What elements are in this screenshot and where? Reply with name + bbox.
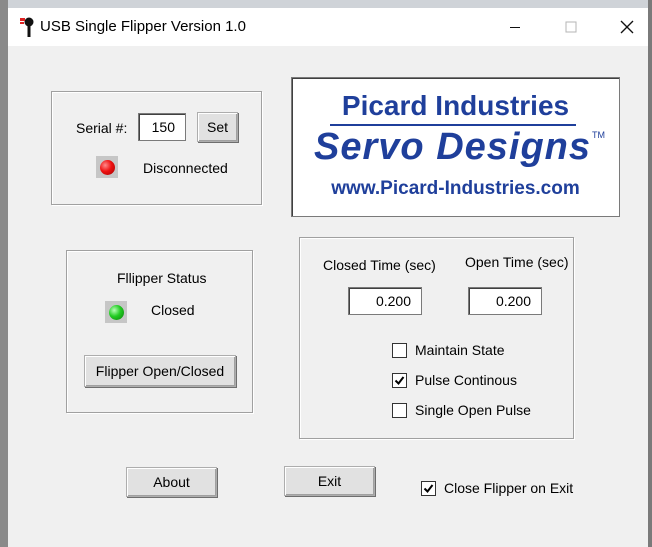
open-time-input[interactable]: 0.200	[468, 287, 542, 315]
exit-button[interactable]: Exit	[284, 466, 375, 496]
pulse-continous-label: Pulse Continous	[415, 372, 517, 388]
checkmark-icon	[423, 483, 434, 493]
client-area: Serial #: 150 Set Disconnected Picard In…	[8, 46, 648, 547]
maximize-icon	[565, 21, 577, 33]
logo-trademark: TM	[592, 130, 605, 140]
pulse-continous-checkbox[interactable]: Pulse Continous	[392, 372, 517, 388]
close-on-exit-label: Close Flipper on Exit	[444, 480, 574, 496]
logo-brand: Servo Designs	[314, 126, 591, 169]
close-on-exit-checkbox[interactable]: Close Flipper on Exit	[421, 480, 573, 496]
single-open-pulse-check-box[interactable]	[392, 402, 407, 418]
logo-brand-part1: Servo	[314, 126, 425, 168]
connection-indicator	[96, 156, 118, 178]
window-title: USB Single Flipper Version 1.0	[40, 18, 246, 35]
flipper-status-group: Fllipper Status Closed Flipper Open/Clos…	[66, 250, 253, 413]
single-open-pulse-label: Single Open Pulse	[415, 402, 531, 418]
open-time-label: Open Time (sec)	[465, 254, 569, 270]
window-frame-right	[648, 0, 652, 547]
about-button[interactable]: About	[126, 467, 217, 497]
window-frame-top	[0, 0, 652, 8]
connection-status: Disconnected	[143, 160, 228, 176]
logo-website: www.Picard-Industries.com	[331, 178, 580, 199]
flipper-state-indicator	[105, 301, 127, 323]
flipper-state-text: Closed	[151, 302, 195, 318]
serial-number-input[interactable]: 150	[138, 113, 186, 141]
serial-group: Serial #: 150 Set Disconnected	[51, 91, 262, 205]
logo-company-name: Picard Industries	[341, 90, 570, 121]
serial-label: Serial #:	[76, 120, 128, 136]
usb-app-icon	[18, 16, 36, 38]
red-led-icon	[99, 159, 115, 175]
company-logo: Picard Industries Servo Designs TM www.P…	[291, 77, 620, 217]
maximize-button[interactable]	[548, 8, 594, 46]
green-led-icon	[108, 304, 124, 320]
maintain-state-checkbox[interactable]: Maintain State	[392, 342, 505, 358]
flipper-status-heading: Fllipper Status	[117, 270, 207, 286]
pulse-continous-check-box[interactable]	[392, 372, 407, 388]
checkmark-icon	[394, 375, 405, 385]
logo-brand-part2: Designs	[436, 126, 592, 168]
flipper-toggle-button[interactable]: Flipper Open/Closed	[84, 355, 236, 387]
close-on-exit-check-box[interactable]	[421, 480, 436, 496]
minimize-icon	[510, 27, 520, 28]
closed-time-input[interactable]: 0.200	[348, 287, 422, 315]
maintain-state-check-box[interactable]	[392, 342, 407, 358]
close-icon	[620, 20, 634, 34]
title-bar[interactable]: USB Single Flipper Version 1.0	[8, 8, 648, 46]
minimize-button[interactable]	[492, 8, 538, 46]
single-open-pulse-checkbox[interactable]: Single Open Pulse	[392, 402, 531, 418]
timing-group: Closed Time (sec) Open Time (sec) 0.200 …	[299, 237, 574, 439]
closed-time-label: Closed Time (sec)	[323, 257, 436, 273]
close-button[interactable]	[604, 8, 650, 46]
maintain-state-label: Maintain State	[415, 342, 505, 358]
set-serial-button[interactable]: Set	[197, 112, 238, 142]
window-frame-left	[0, 0, 8, 547]
